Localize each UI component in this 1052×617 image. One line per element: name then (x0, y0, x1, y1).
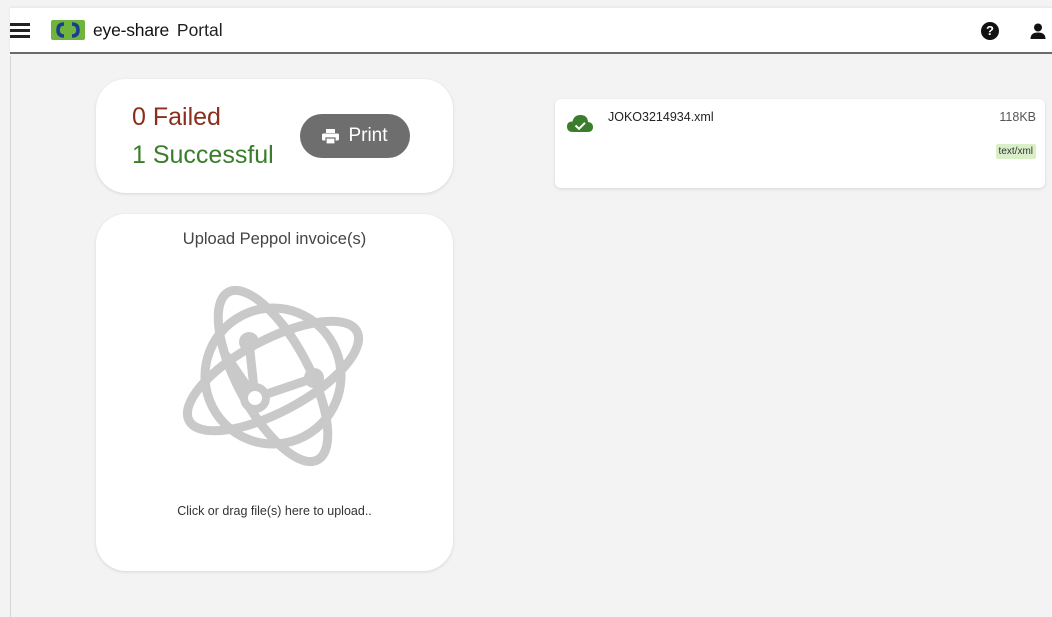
upload-dropzone[interactable]: Upload Peppol invoice(s) Click or drag f… (96, 214, 453, 571)
printer-icon (322, 128, 340, 144)
menu-icon[interactable] (10, 21, 34, 39)
peppol-network-icon (182, 285, 364, 467)
print-label: Print (348, 125, 388, 146)
upload-hint: Click or drag file(s) here to upload.. (177, 504, 372, 518)
print-button[interactable]: Print (300, 114, 410, 158)
brand-suffix: Portal (176, 20, 223, 40)
help-icon[interactable]: ? (981, 22, 999, 40)
file-size: 118KB (999, 110, 1036, 124)
top-bar: eye-share Portal ? (10, 8, 1052, 54)
file-name: JOKO3214934.xml (608, 110, 714, 124)
content-divider (10, 56, 11, 617)
brand-name: eye-share (93, 20, 170, 40)
file-item[interactable]: JOKO3214934.xml 118KB text/xml (555, 99, 1045, 188)
logo-icon (51, 20, 85, 40)
failed-count: 0 Failed (132, 103, 221, 131)
user-icon[interactable] (1029, 22, 1047, 40)
upload-title: Upload Peppol invoice(s) (182, 230, 367, 248)
file-type-badge: text/xml (995, 144, 1036, 159)
upload-status-card: 0 Failed 1 Successful Print (96, 79, 453, 193)
app-title[interactable]: eye-share Portal (93, 20, 223, 41)
cloud-check-icon (567, 115, 593, 132)
success-count: 1 Successful (132, 141, 274, 169)
